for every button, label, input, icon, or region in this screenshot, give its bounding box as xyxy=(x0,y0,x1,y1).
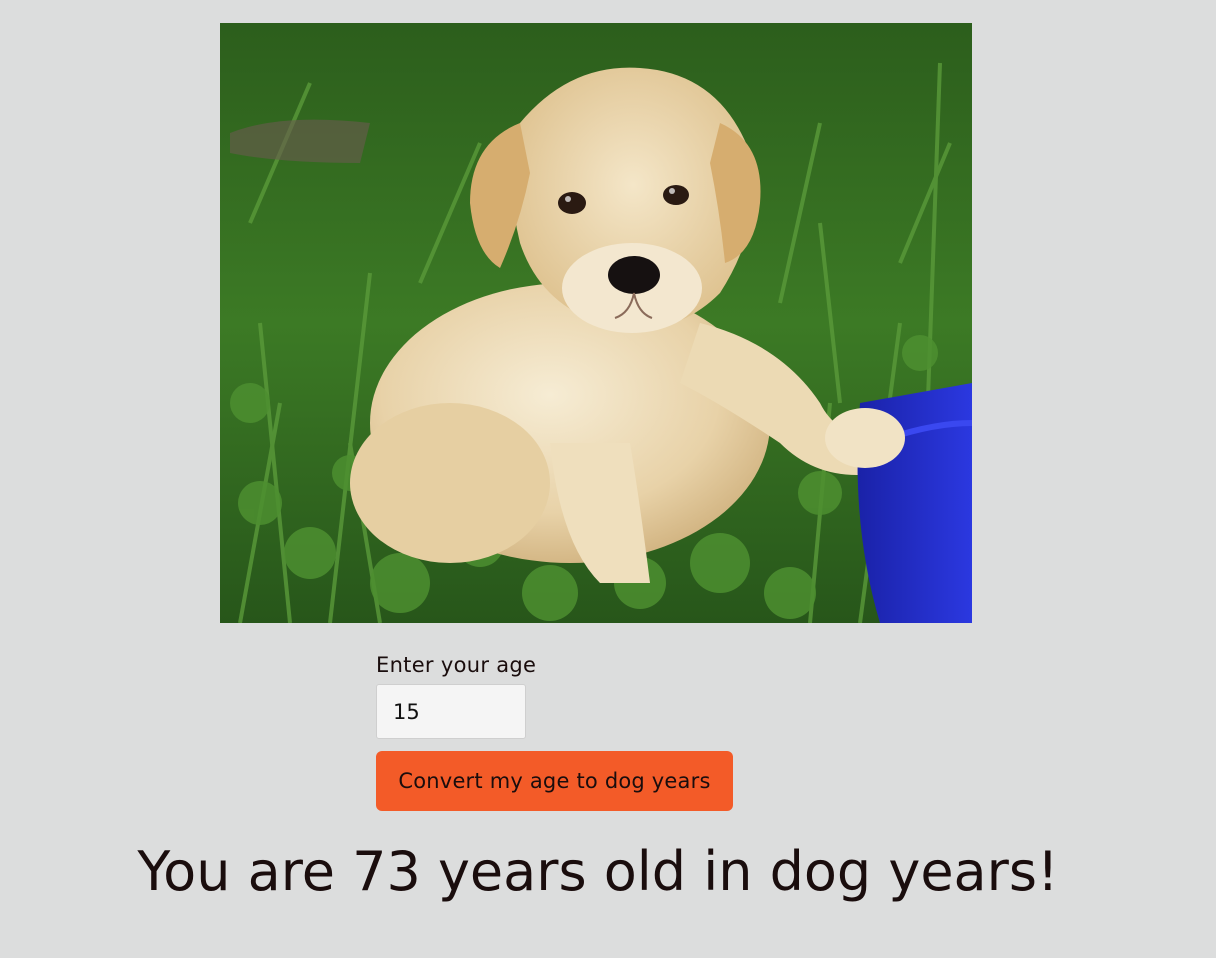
age-form: Enter your age Convert my age to dog yea… xyxy=(376,650,733,811)
age-label: Enter your age xyxy=(376,653,537,677)
puppy-illustration xyxy=(220,23,972,623)
puppy-photo xyxy=(220,23,972,623)
result-text: You are 73 years old in dog years! xyxy=(137,840,1059,903)
convert-button[interactable]: Convert my age to dog years xyxy=(376,751,733,811)
page: Enter your age Convert my age to dog yea… xyxy=(0,0,1216,958)
age-input[interactable] xyxy=(376,684,526,739)
